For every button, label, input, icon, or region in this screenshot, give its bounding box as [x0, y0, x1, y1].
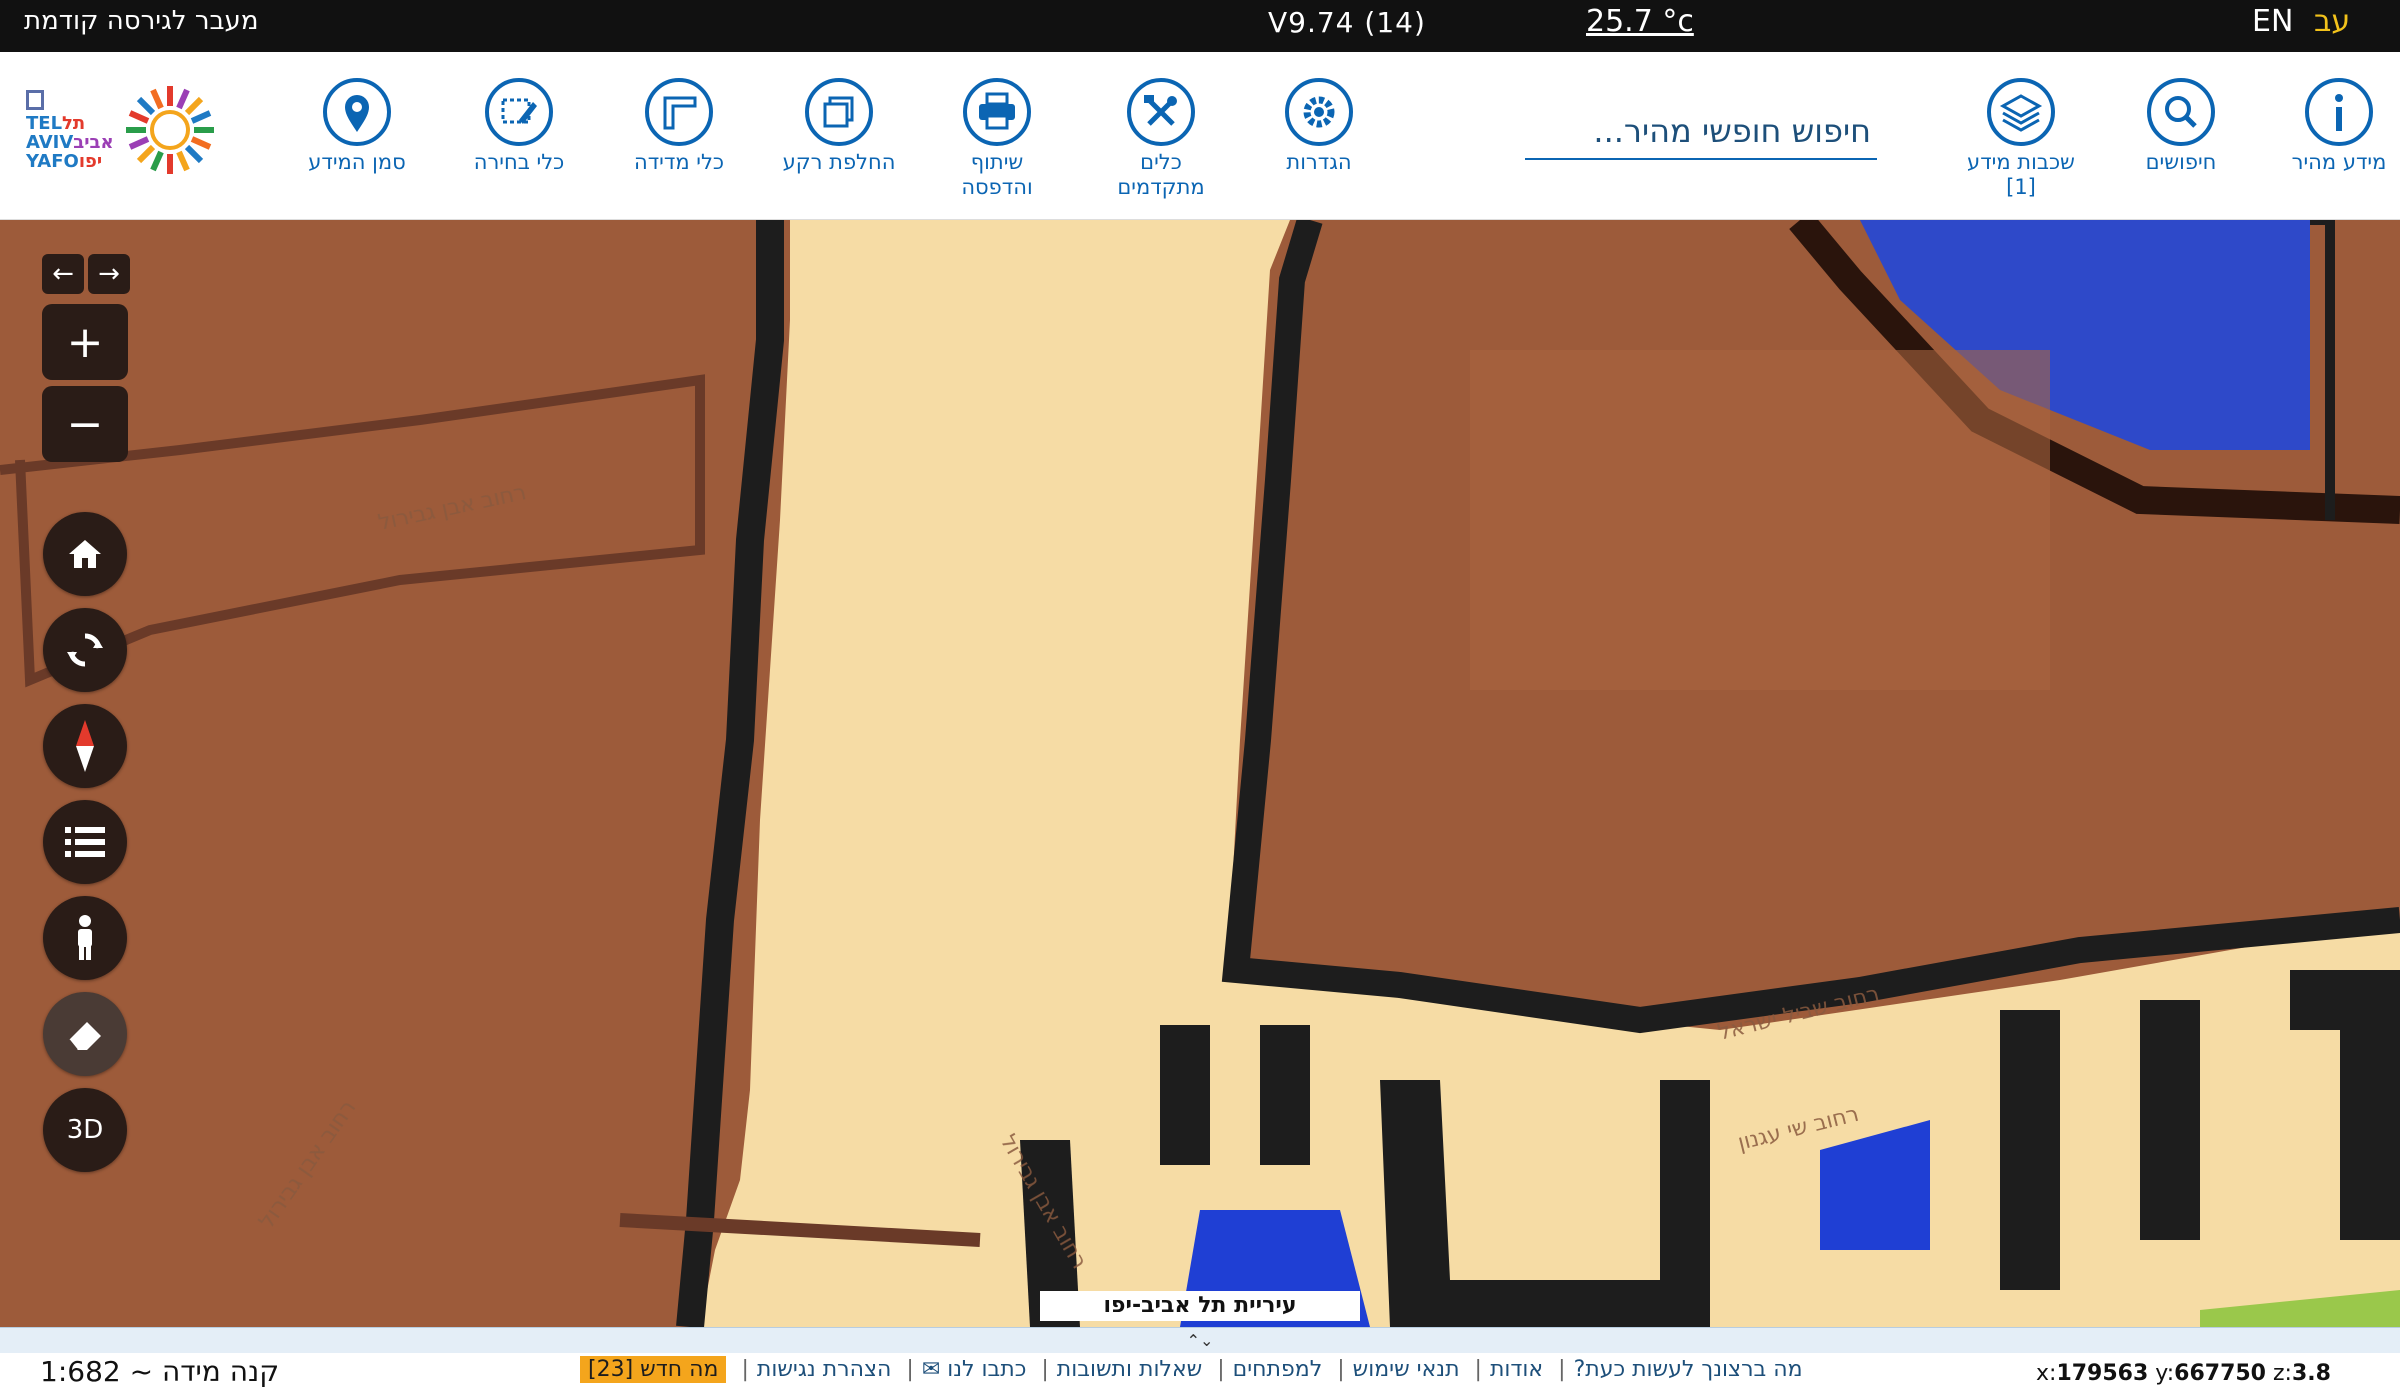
footer-link-faq[interactable]: שאלות ותשובות — [1057, 1357, 1202, 1382]
compass-button[interactable] — [43, 704, 127, 788]
footer-link-accessibility[interactable]: הצהרת נגישות — [757, 1357, 892, 1382]
logo-text: TELתל AVIVאביב YAFOיפו — [26, 113, 114, 172]
info-marker-label: סמן המידע — [308, 150, 406, 174]
footer-links: מה ברצונך לעשות כעת?| אודות| תנאי שימוש|… — [580, 1356, 1803, 1383]
searches-label: חיפושים — [2145, 150, 2217, 174]
refresh-icon — [67, 633, 103, 667]
settings-label: הגדרות — [1286, 150, 1352, 174]
advanced-tools-label-2: מתקדמים — [1117, 175, 1205, 199]
back-arrow-button[interactable]: ← — [42, 254, 84, 294]
coordinates-readout: x:179563 y:667750 z:3.8 — [2036, 1361, 2331, 1386]
basemap-icon — [805, 78, 873, 146]
searches-button[interactable]: חיפושים — [2106, 76, 2256, 175]
eraser-icon — [68, 1022, 101, 1051]
settings-button[interactable]: הגדרות — [1244, 76, 1394, 175]
share-print-button[interactable]: שיתוף והדפסה — [922, 76, 1072, 200]
footer-link-what-to-do[interactable]: מה ברצונך לעשות כעת? — [1574, 1357, 1803, 1382]
layers-label: שכבות מידע — [1967, 150, 2075, 174]
footer-link-contact[interactable]: כתבו לנו ✉ — [922, 1357, 1027, 1382]
printer-icon — [963, 78, 1031, 146]
coord-z-label: z: — [2273, 1361, 2292, 1386]
status-bar: קנה מידה ~ 1:682 מה ברצונך לעשות כעת?| א… — [0, 1353, 2400, 1392]
app-root: { "topbar": { "prev_version": "מעבר לגיר… — [0, 0, 2400, 1392]
footer-link-developers[interactable]: למפתחים — [1233, 1357, 1323, 1382]
footer-link-about[interactable]: אודות — [1490, 1357, 1543, 1382]
language-he-button[interactable]: עב — [2314, 4, 2350, 39]
tools-icon — [1127, 78, 1195, 146]
top-bar: מעבר לגירסה קודמת V9.74 (14) 25.7 °c EN … — [0, 0, 2400, 52]
zoom-out-button[interactable]: − — [42, 386, 128, 462]
select-icon — [485, 78, 553, 146]
pin-icon — [323, 78, 391, 146]
map-canvas[interactable]: רחוב אבן גבירול רחוב אבן גבירול רחוב אבן… — [0, 220, 2400, 1327]
tel-aviv-logo[interactable]: TELתל AVIVאביב YAFOיפו — [20, 76, 250, 200]
home-button[interactable] — [43, 512, 127, 596]
quick-search — [1525, 104, 1877, 160]
history-arrows: ← → — [42, 254, 130, 294]
layers-icon — [1987, 78, 2055, 146]
share-print-label-2: והדפסה — [961, 175, 1033, 199]
info-marker-button[interactable]: סמן המידע — [282, 76, 432, 175]
map-scale: קנה מידה ~ 1:682 — [40, 1355, 280, 1388]
coord-y-label: y: — [2155, 1361, 2175, 1386]
layers-button[interactable]: שכבות מידע [1] — [1946, 76, 2096, 200]
coord-x-label: x: — [2036, 1361, 2057, 1386]
basemap-button[interactable]: החלפת רקע — [764, 76, 914, 175]
measure-label: כלי מדידה — [633, 150, 725, 174]
city-footer-label: עיריית תל אביב-יפו — [1040, 1291, 1360, 1321]
eraser-button[interactable] — [43, 992, 127, 1076]
refresh-button[interactable] — [43, 608, 127, 692]
legend-list-button[interactable] — [43, 800, 127, 884]
main-toolbar: TELתל AVIVאביב YAFOיפו מידע מהיר חיפושים… — [0, 52, 2400, 220]
quick-info-label: מידע מהיר — [2291, 150, 2387, 174]
layers-count: [1] — [2006, 175, 2036, 199]
ruler-icon — [645, 78, 713, 146]
quick-info-button[interactable]: מידע מהיר — [2264, 76, 2400, 175]
home-icon — [69, 540, 101, 568]
selection-button[interactable]: כלי בחירה — [444, 76, 594, 175]
list-icon — [65, 827, 105, 857]
temperature-link[interactable]: 25.7 °c — [1586, 4, 1694, 39]
version-label: V9.74 (14) — [1268, 6, 1426, 39]
search-icon — [2147, 78, 2215, 146]
footer-link-terms[interactable]: תנאי שימוש — [1353, 1357, 1460, 1382]
measure-button[interactable]: כלי מדידה — [604, 76, 754, 175]
whats-new-badge[interactable]: מה חדש [23] — [580, 1356, 727, 1383]
compass-icon — [76, 720, 94, 772]
forward-arrow-button[interactable]: → — [88, 254, 130, 294]
coord-y: 667750 — [2174, 1361, 2266, 1386]
share-print-label: שיתוף — [970, 150, 1024, 174]
quick-search-input[interactable] — [1525, 104, 1877, 158]
coord-x: 179563 — [2056, 1361, 2149, 1386]
language-en-button[interactable]: EN — [2252, 4, 2293, 39]
person-icon — [78, 915, 92, 960]
3d-view-button[interactable]: 3D — [43, 1088, 127, 1172]
advanced-tools-button[interactable]: כלים מתקדמים — [1086, 76, 1236, 200]
panel-resize-handle[interactable]: ⌃⌄ — [0, 1327, 2400, 1353]
gear-icon — [1285, 78, 1353, 146]
info-icon — [2305, 78, 2373, 146]
advanced-tools-label: כלים — [1140, 150, 1182, 174]
map-view[interactable]: רחוב אבן גבירול רחוב אבן גבירול רחוב אבן… — [0, 220, 2400, 1327]
basemap-label: החלפת רקע — [782, 150, 896, 174]
selection-label: כלי בחירה — [473, 150, 565, 174]
previous-version-link[interactable]: מעבר לגירסה קודמת — [24, 6, 258, 36]
coord-z: 3.8 — [2291, 1361, 2331, 1386]
zoom-in-button[interactable]: + — [42, 304, 128, 380]
street-view-button[interactable] — [43, 896, 127, 980]
